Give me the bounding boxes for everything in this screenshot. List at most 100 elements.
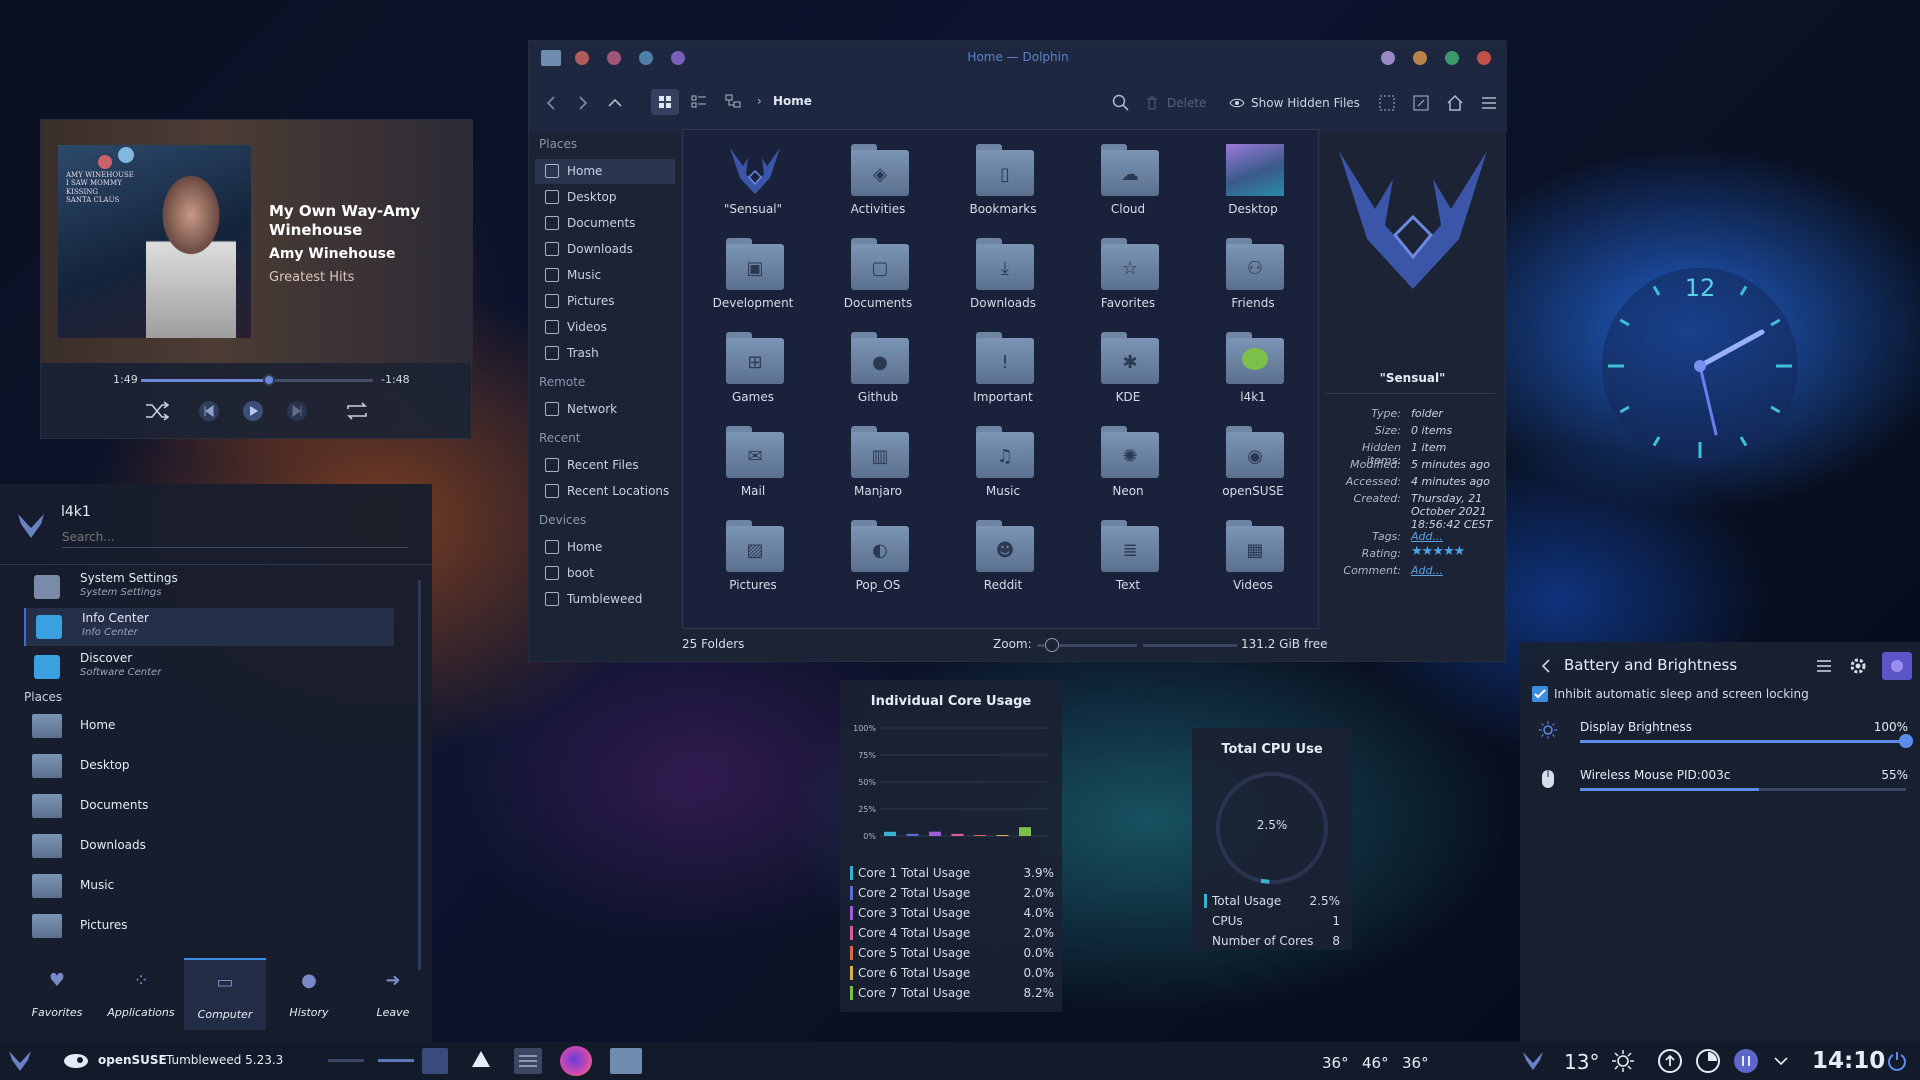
popup-menu-button[interactable] (1814, 656, 1834, 676)
firefox-icon[interactable] (560, 1046, 592, 1076)
seek-bar[interactable] (141, 374, 373, 386)
folder-item[interactable]: l4k1 (1191, 328, 1315, 420)
folder-item[interactable]: ! Important (941, 328, 1065, 420)
close-button[interactable] (1477, 51, 1491, 65)
temperature-reading[interactable]: 36° (1322, 1054, 1349, 1072)
pin-button[interactable] (1882, 652, 1912, 680)
folder-item[interactable]: ⤓ Downloads (941, 234, 1065, 326)
previous-button[interactable] (199, 401, 219, 421)
add-link[interactable]: Add... (1411, 530, 1501, 543)
tab-favorites[interactable]: ♥ Favorites (16, 958, 98, 1030)
folder-item[interactable]: ≣ Text (1066, 516, 1190, 608)
folder-item[interactable]: ◐ Pop_OS (816, 516, 940, 608)
place-item[interactable]: Documents (24, 788, 394, 824)
sidebar-item-home[interactable]: Home (535, 159, 675, 184)
sidebar-item-trash[interactable]: Trash (535, 341, 675, 366)
sensual-tray-icon[interactable] (1520, 1048, 1546, 1074)
sidebar-item-home[interactable]: Home (535, 535, 675, 560)
sidebar-item-desktop[interactable]: Desktop (535, 185, 675, 210)
zoom-handle[interactable] (1045, 638, 1059, 652)
sun-icon[interactable] (1610, 1048, 1636, 1074)
keep-above-button[interactable] (1413, 51, 1427, 65)
folder-item[interactable]: ● Github (816, 328, 940, 420)
place-item[interactable]: Desktop (24, 748, 394, 784)
scrollbar[interactable] (418, 580, 421, 970)
rating-stars[interactable]: ★★★★★ (1411, 544, 1465, 559)
folder-item[interactable]: ☆ Favorites (1066, 234, 1190, 326)
place-item[interactable]: Home (24, 708, 394, 744)
sidebar-item-recent-files[interactable]: Recent Files (535, 453, 675, 478)
maximize-button[interactable] (1445, 51, 1459, 65)
breadcrumb[interactable]: Home (773, 94, 812, 108)
brightness-slider[interactable] (1580, 734, 1913, 748)
favorite-item[interactable]: Info Center Info Center (24, 608, 394, 646)
sidebar-item-tumbleweed[interactable]: Tumbleweed (535, 587, 675, 612)
sidebar-item-videos[interactable]: Videos (535, 315, 675, 340)
folder-item[interactable]: ⊞ Games (691, 328, 815, 420)
compact-view-button[interactable] (685, 89, 713, 115)
sidebar-item-music[interactable]: Music (535, 263, 675, 288)
folder-item[interactable]: ▯ Bookmarks (941, 140, 1065, 232)
menu-button[interactable] (1479, 93, 1499, 113)
folder-item[interactable]: ▣ Development (691, 234, 815, 326)
sidebar-item-recent-locations[interactable]: Recent Locations (535, 479, 675, 504)
play-button[interactable] (243, 401, 263, 421)
sidebar-item-boot[interactable]: boot (535, 561, 675, 586)
place-item[interactable]: Downloads (24, 828, 394, 864)
folder-item[interactable]: ☻ Reddit (941, 516, 1065, 608)
folder-item[interactable]: ☁ Cloud (1066, 140, 1190, 232)
folder-item[interactable]: ⚇ Friends (1191, 234, 1315, 326)
task-manager-icon[interactable] (422, 1048, 448, 1074)
folder-item[interactable]: ▦ Videos (1191, 516, 1315, 608)
sidebar-item-pictures[interactable]: Pictures (535, 289, 675, 314)
split-view-button[interactable] (1411, 93, 1431, 113)
forward-button[interactable] (573, 93, 593, 113)
tab-computer[interactable]: ▭ Computer (184, 958, 266, 1030)
home-button[interactable] (1445, 93, 1465, 113)
sidebar-item-downloads[interactable]: Downloads (535, 237, 675, 262)
folder-item[interactable]: ✺ Neon (1066, 422, 1190, 514)
inhibit-checkbox[interactable] (1532, 686, 1548, 702)
place-item[interactable]: Pictures (24, 908, 394, 944)
minimize-button[interactable] (1381, 51, 1395, 65)
folder-item[interactable]: ✉ Mail (691, 422, 815, 514)
favorite-item[interactable]: Discover Software Center (24, 648, 394, 686)
pager-desktop-1[interactable] (328, 1059, 364, 1062)
pager-desktop-2[interactable] (378, 1059, 414, 1062)
temperature-reading[interactable]: 46° (1362, 1054, 1389, 1072)
sidebar-item-documents[interactable]: Documents (535, 211, 675, 236)
back-button[interactable] (1538, 656, 1554, 676)
folder-item[interactable]: ▢ Documents (816, 234, 940, 326)
show-hidden-files-button[interactable]: Show Hidden Files (1229, 92, 1369, 114)
tab-history[interactable]: ● History (268, 958, 350, 1030)
details-view-button[interactable] (719, 89, 747, 115)
add-link[interactable]: Add... (1411, 564, 1501, 577)
search-button[interactable] (1111, 93, 1131, 113)
folder-item[interactable]: "Sensual" (691, 140, 815, 232)
delete-button[interactable]: Delete (1145, 92, 1225, 114)
system-settings-task[interactable] (514, 1048, 542, 1074)
clock-time[interactable]: 14:10 (1812, 1048, 1885, 1074)
updates-icon[interactable] (1658, 1049, 1682, 1073)
seek-handle[interactable] (262, 374, 275, 386)
select-all-button[interactable] (1377, 93, 1397, 113)
media-pause-icon[interactable] (1734, 1049, 1758, 1073)
place-item[interactable]: Music (24, 868, 394, 904)
back-button[interactable] (541, 93, 561, 113)
temperature-reading[interactable]: 36° (1402, 1054, 1429, 1072)
zoom-slider[interactable] (1037, 638, 1137, 652)
folder-item[interactable]: ▨ Pictures (691, 516, 815, 608)
folder-item[interactable]: ◉ openSUSE (1191, 422, 1315, 514)
power-icon[interactable] (1886, 1050, 1908, 1072)
shuffle-button[interactable] (143, 400, 171, 422)
folder-item[interactable]: ▥ Manjaro (816, 422, 940, 514)
launcher-search-input[interactable] (62, 526, 408, 548)
up-button[interactable] (605, 93, 625, 113)
configure-button[interactable] (1848, 656, 1868, 676)
tray-expand-icon[interactable] (1772, 1052, 1790, 1070)
brightness-handle[interactable] (1899, 734, 1913, 748)
tab-leave[interactable]: ➜ Leave (352, 958, 434, 1030)
repeat-button[interactable] (343, 400, 371, 422)
folder-item[interactable]: ✱ KDE (1066, 328, 1190, 420)
next-button[interactable] (287, 401, 307, 421)
